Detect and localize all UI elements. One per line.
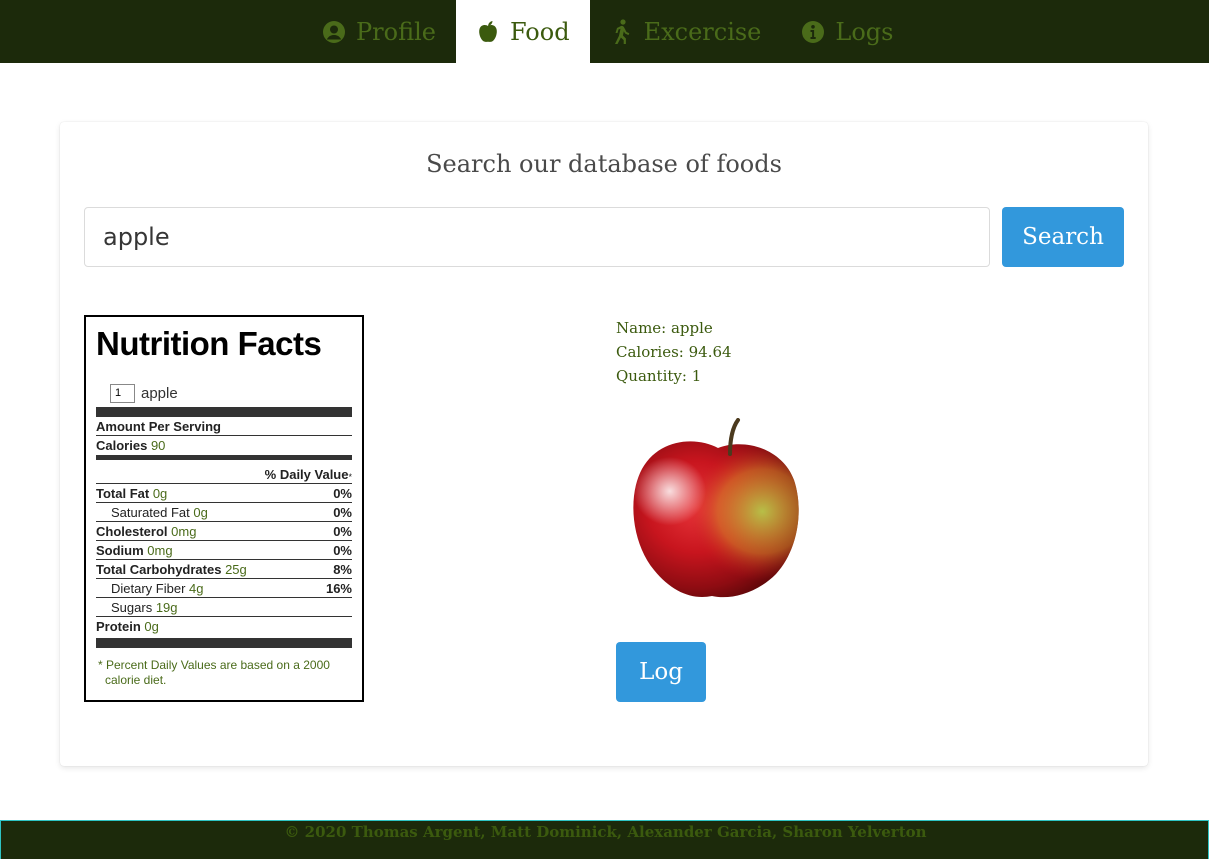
- tab-profile-label: Profile: [356, 17, 436, 46]
- calories-row: Calories 90: [96, 436, 352, 455]
- daily-value-header: % Daily Value *: [96, 460, 352, 484]
- nutrient-daily-value: 0%: [333, 523, 352, 539]
- divider-thick: [96, 638, 352, 648]
- nutrient-row: Protein 0g: [96, 617, 352, 636]
- apple-icon: [476, 20, 500, 44]
- log-button[interactable]: Log: [616, 642, 706, 702]
- footnote-line: calorie diet.: [105, 673, 167, 687]
- user-circle-icon: [322, 20, 346, 44]
- food-details: Name: apple Calories: 94.64 Quantity: 1: [616, 316, 732, 388]
- food-calories: Calories: 94.64: [616, 343, 732, 361]
- nutrient-row: Sugars 19g: [96, 598, 352, 617]
- nutrient-row: Saturated Fat 0g 0%: [96, 503, 352, 522]
- search-button[interactable]: Search: [1002, 207, 1124, 267]
- food-name: Name: apple: [616, 319, 713, 337]
- calories-label: Calories: [96, 438, 148, 453]
- footer: © 2020 Thomas Argent, Matt Dominick, Ale…: [0, 820, 1209, 859]
- nutrient-daily-value: 0%: [333, 504, 352, 520]
- tab-excercise[interactable]: Excercise: [590, 0, 782, 63]
- nutrient-daily-value: 0%: [333, 542, 352, 558]
- nutrient-label: Total Carbohydrates: [96, 561, 222, 577]
- apple-photo: [626, 418, 806, 603]
- serving-name: apple: [141, 384, 178, 402]
- nutrient-amount: 0g: [144, 619, 159, 634]
- daily-value-asterisk: *: [348, 472, 352, 482]
- serving-quantity-input[interactable]: [110, 383, 135, 403]
- daily-value-footnote: * Percent Daily Values are based on a 20…: [96, 658, 352, 688]
- nutrient-amount: 0mg: [147, 542, 173, 558]
- nutrient-daily-value: 0%: [333, 485, 352, 501]
- nutrient-label: Dietary Fiber: [111, 580, 186, 596]
- food-search-input[interactable]: [84, 207, 990, 267]
- tab-food-label: Food: [509, 17, 570, 46]
- nutrient-row: Sodium 0mg 0%: [96, 541, 352, 560]
- nutrient-row: Cholesterol 0mg 0%: [96, 522, 352, 541]
- calories-value: 90: [150, 438, 166, 453]
- tab-excercise-label: Excercise: [643, 17, 762, 46]
- nutrient-amount: 19g: [155, 599, 178, 615]
- walking-icon: [610, 18, 634, 44]
- tab-logs[interactable]: Logs: [781, 0, 913, 63]
- nutrient-row: Dietary Fiber 4g 16%: [96, 579, 352, 598]
- nutrient-row: Total Fat 0g 0%: [96, 484, 352, 503]
- nutrient-label: Cholesterol: [96, 523, 168, 539]
- nutrient-row: Total Carbohydrates 25g 8%: [96, 560, 352, 579]
- tab-food[interactable]: Food: [455, 0, 590, 63]
- card-title: Search our database of foods: [426, 150, 782, 178]
- nutrition-facts-title: Nutrition Facts: [96, 325, 322, 362]
- divider-thick: [96, 407, 352, 417]
- tab-logs-label: Logs: [835, 17, 894, 46]
- nutrient-amount: 0mg: [171, 523, 197, 539]
- footer-credits: © 2020 Thomas Argent, Matt Dominick, Ale…: [284, 823, 927, 841]
- nutrient-label: Protein: [96, 619, 141, 634]
- top-nav: Profile Food Excercise Logs: [0, 0, 1209, 63]
- daily-value-header-label: % Daily Value: [264, 467, 349, 482]
- food-search-card: Search our database of foods Search Nutr…: [60, 122, 1148, 766]
- nutrition-facts-label: Nutrition Facts apple Amount Per Serving…: [84, 315, 364, 702]
- footnote-line: * Percent Daily Values are based on a 20…: [98, 658, 330, 672]
- tab-profile[interactable]: Profile: [302, 0, 456, 63]
- nutrient-amount: 25g: [225, 561, 247, 577]
- nutrient-daily-value: 8%: [333, 561, 352, 577]
- amount-per-serving-row: Amount Per Serving: [96, 417, 352, 436]
- nutrient-daily-value: 16%: [325, 580, 352, 596]
- amount-per-serving-label: Amount Per Serving: [96, 418, 221, 434]
- nav-tabs: Profile Food Excercise Logs: [302, 0, 913, 63]
- nutrient-amount: 0g: [193, 504, 208, 520]
- nutrient-amount: 0g: [152, 485, 168, 501]
- nutrient-label: Sugars: [111, 599, 153, 615]
- nutrient-amount: 4g: [189, 580, 204, 596]
- serving-row: apple: [110, 383, 352, 403]
- food-quantity: Quantity: 1: [616, 367, 702, 385]
- nutrient-label: Saturated Fat: [111, 504, 190, 520]
- nutrient-label: Total Fat: [96, 485, 150, 501]
- info-circle-icon: [801, 20, 825, 44]
- nutrient-label: Sodium: [96, 542, 144, 558]
